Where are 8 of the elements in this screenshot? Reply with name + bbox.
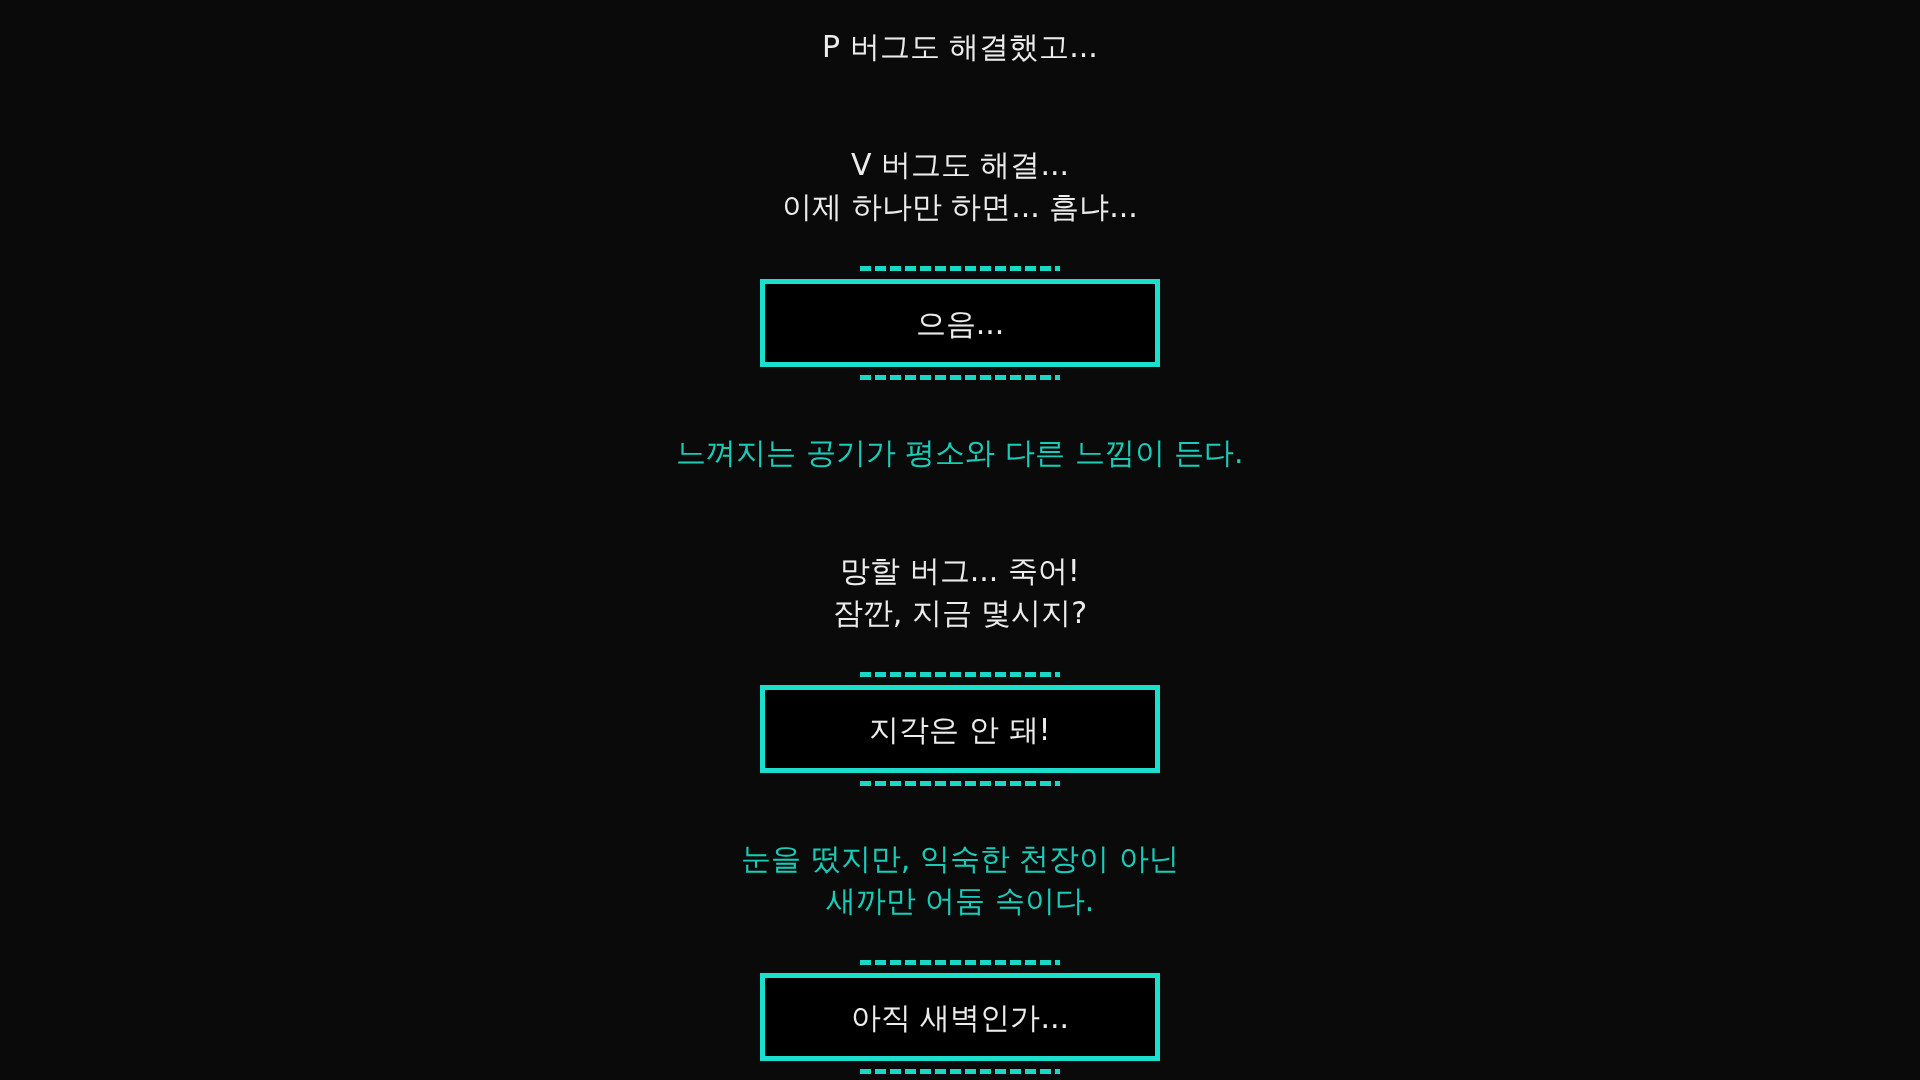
dialogue-text: V 버그도 해결... 이제 하나만 하면... 흠냐... — [782, 146, 1138, 226]
choice-button[interactable]: 으음... — [760, 279, 1160, 367]
dialogue-text: 망할 버그... 죽어! 잠깐, 지금 몇시지? — [832, 552, 1088, 632]
dialogue-text: P 버그도 해결했고... — [822, 28, 1098, 66]
narration-text: 눈을 떴지만, 익숙한 천장이 아닌 새까만 어둠 속이다. — [741, 840, 1179, 920]
choice-button[interactable]: 지각은 안 돼! — [760, 685, 1160, 773]
narration-text: 느껴지는 공기가 평소와 다른 느낌이 든다. — [676, 434, 1244, 472]
choice-button[interactable]: 아직 새벽인가... — [760, 973, 1160, 1061]
